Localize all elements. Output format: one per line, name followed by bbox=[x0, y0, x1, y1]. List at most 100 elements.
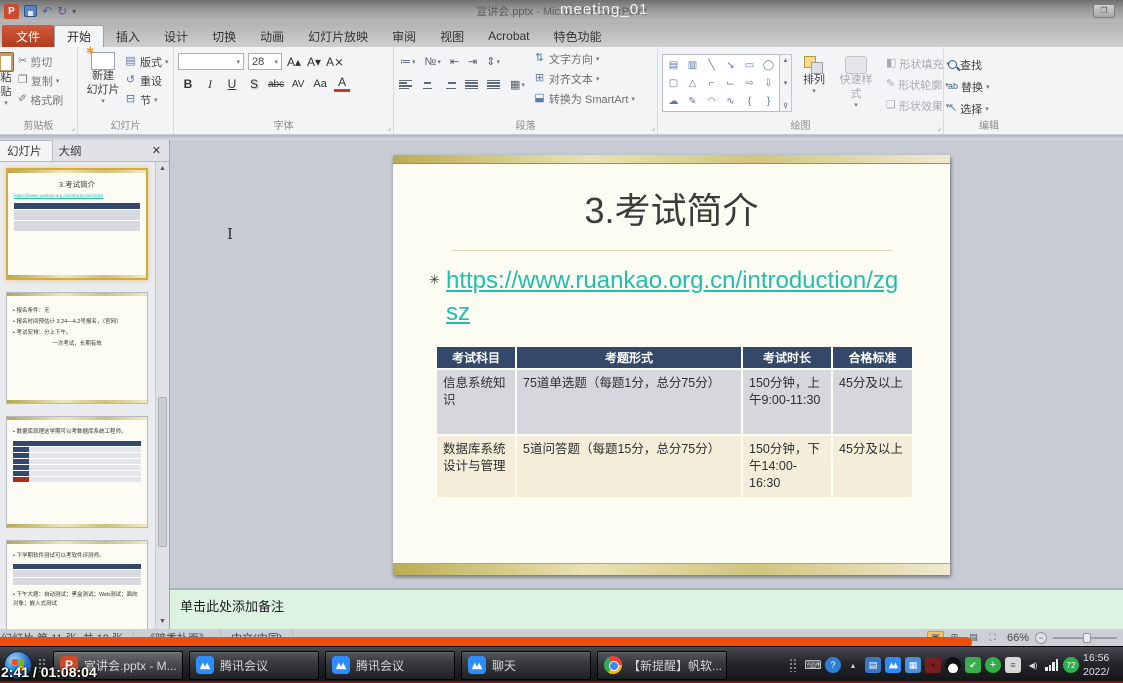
quick-styles-button[interactable]: 快速样式 ▾ bbox=[832, 54, 880, 118]
section-button[interactable]: ⊟节▾ bbox=[124, 90, 169, 109]
shape-effects-button[interactable]: ❏形状效果▾ bbox=[886, 96, 950, 115]
tab-transitions[interactable]: 切换 bbox=[200, 25, 248, 47]
shape-icon[interactable]: ☁ bbox=[669, 96, 679, 107]
select-button[interactable]: ↖选择▾ bbox=[948, 99, 990, 118]
align-right-icon[interactable] bbox=[442, 79, 457, 91]
tab-acrobat[interactable]: Acrobat bbox=[476, 25, 541, 47]
tab-slideshow[interactable]: 幻灯片放映 bbox=[296, 25, 380, 47]
qat-dropdown-icon[interactable]: ▾ bbox=[72, 7, 76, 16]
slide-body-text[interactable]: ✳ https://www.ruankao.org.cn/introductio… bbox=[429, 265, 950, 330]
antivirus-icon[interactable]: + bbox=[985, 657, 1001, 673]
battery-badge[interactable]: 72 bbox=[1063, 657, 1079, 673]
distribute-icon[interactable] bbox=[486, 79, 501, 91]
exam-table[interactable]: 考试科目 考题形式 考试时长 合格标准 信息系统知识 75道单选题（每题1分，总… bbox=[435, 347, 912, 497]
decrease-indent-icon[interactable]: ⇤ bbox=[448, 54, 461, 69]
shape-icon[interactable]: ∿ bbox=[726, 96, 734, 107]
tab-view[interactable]: 视图 bbox=[428, 25, 476, 47]
shapes-scrollbar[interactable]: ▴ ▾ ⊽ bbox=[780, 54, 792, 112]
shape-icon[interactable]: ⌐ bbox=[709, 78, 715, 89]
text-direction-button[interactable]: ⇅文字方向▾ bbox=[533, 50, 635, 67]
meeting-tray-icon[interactable] bbox=[885, 657, 901, 673]
copy-button[interactable]: ❐复制▾ bbox=[18, 71, 63, 90]
font-color-button[interactable]: A bbox=[334, 76, 350, 92]
columns-icon[interactable]: ▦▾ bbox=[508, 77, 527, 92]
shapes-scroll-up-icon[interactable]: ▴ bbox=[784, 56, 788, 64]
qq-icon[interactable] bbox=[945, 657, 961, 673]
table-row[interactable]: 信息系统知识 75道单选题（每题1分，总分75分） 150分钟，上午9:00-1… bbox=[436, 369, 912, 435]
text-shadow-button[interactable]: S bbox=[246, 76, 262, 92]
tab-outline[interactable]: 大纲 bbox=[49, 140, 92, 161]
tab-slides-thumbnails[interactable]: 幻灯片 bbox=[0, 140, 53, 161]
shapes-scroll-down-icon[interactable]: ▾ bbox=[784, 79, 788, 87]
network-icon[interactable] bbox=[1045, 659, 1059, 671]
notes-pane[interactable]: 单击此处添加备注 bbox=[170, 588, 1123, 629]
task-tencent-meeting-2[interactable]: 腾讯会议 bbox=[325, 651, 455, 680]
reset-button[interactable]: ↺重设 bbox=[124, 71, 169, 90]
close-panel-icon[interactable]: ✕ bbox=[144, 140, 169, 161]
tab-design[interactable]: 设计 bbox=[152, 25, 200, 47]
scroll-down-icon[interactable]: ▼ bbox=[156, 615, 169, 629]
shape-icon[interactable]: ◠ bbox=[707, 96, 716, 107]
help-tray-icon[interactable]: ? bbox=[825, 657, 841, 673]
shape-icon[interactable]: ◯ bbox=[763, 60, 774, 71]
increase-indent-icon[interactable]: ⇥ bbox=[466, 54, 479, 69]
scrollbar-thumb[interactable] bbox=[158, 397, 167, 547]
shape-icon[interactable]: ▥ bbox=[688, 60, 697, 71]
underline-button[interactable]: U bbox=[224, 76, 240, 92]
clipboard-launcher-icon[interactable]: ⌟ bbox=[71, 123, 75, 132]
volume-icon[interactable]: ◀) bbox=[1025, 657, 1041, 673]
keyboard-icon[interactable]: ⌨ bbox=[805, 657, 821, 673]
shapes-gallery[interactable]: ▤▥╲↘▭◯ ▢△⌐⌙⇨⇩ ☁✎◠∿{} bbox=[662, 54, 780, 112]
shape-icon[interactable]: ▢ bbox=[669, 78, 678, 89]
change-case-button[interactable]: Aa bbox=[312, 76, 328, 92]
clear-formatting-icon[interactable]: A⨯ bbox=[326, 54, 344, 70]
zoom-out-icon[interactable]: − bbox=[1035, 632, 1047, 644]
paste-button[interactable]: 粘贴 ▾ bbox=[0, 50, 18, 118]
tab-animations[interactable]: 动画 bbox=[248, 25, 296, 47]
shape-icon[interactable]: ↘ bbox=[726, 60, 734, 71]
font-size-combo[interactable]: 28▾ bbox=[248, 53, 282, 70]
shape-icon[interactable]: { bbox=[748, 96, 751, 107]
task-tencent-meeting-1[interactable]: 腾讯会议 bbox=[189, 651, 319, 680]
scroll-up-icon[interactable]: ▲ bbox=[156, 162, 169, 176]
new-slide-button[interactable]: ✱ 新建 幻灯片 ▾ bbox=[82, 50, 124, 118]
shape-icon[interactable]: } bbox=[767, 96, 770, 107]
media-tray-icon[interactable]: ▤ bbox=[865, 657, 881, 673]
shape-fill-button[interactable]: ◧形状填充▾ bbox=[886, 54, 950, 73]
format-painter-button[interactable]: ✐格式刷 bbox=[18, 90, 63, 109]
align-center-icon[interactable] bbox=[420, 79, 435, 91]
numbering-icon[interactable]: №▾ bbox=[423, 55, 443, 69]
thumbnail-slide-14[interactable]: • 下学期软件测试可以考软件评测师。 • 下午大题：自动测试；黑盒测试；Web测… bbox=[6, 540, 148, 629]
thumbnail-scrollbar[interactable]: ▲ ▼ bbox=[155, 162, 169, 629]
red-app-tray-icon[interactable]: ▪ bbox=[925, 657, 941, 673]
shape-icon[interactable]: △ bbox=[689, 78, 697, 89]
find-button[interactable]: 查找 bbox=[948, 55, 990, 74]
strikethrough-button[interactable]: abc bbox=[268, 76, 284, 92]
thumbnail-slide-11[interactable]: 3.考试简介 https://www.ruankao.org.cn/introd… bbox=[6, 168, 148, 280]
zoom-level[interactable]: 66% bbox=[1007, 632, 1029, 644]
slide-title[interactable]: 3.考试简介 bbox=[393, 182, 950, 234]
drawing-launcher-icon[interactable]: ⌟ bbox=[937, 123, 941, 132]
restore-window-icon[interactable]: ❐ bbox=[1093, 4, 1115, 18]
font-name-combo[interactable]: ▾ bbox=[178, 53, 244, 70]
hyperlink-line-1[interactable]: https://www.ruankao.org.cn/introduction/… bbox=[446, 265, 950, 297]
smartart-button[interactable]: ⬓转换为 SmartArt▾ bbox=[533, 90, 635, 107]
shape-outline-button[interactable]: ✎形状轮廓▾ bbox=[886, 75, 950, 94]
slideshow-icon[interactable]: ⛶ bbox=[984, 631, 1001, 645]
save-icon[interactable] bbox=[24, 5, 37, 17]
tab-review[interactable]: 审阅 bbox=[380, 25, 428, 47]
calendar-tray-icon[interactable]: ▦ bbox=[905, 657, 921, 673]
replace-button[interactable]: ab替换▾ bbox=[948, 77, 990, 96]
taskbar-clock[interactable]: 16:56 2022/ bbox=[1083, 651, 1117, 679]
shape-icon[interactable]: ⇨ bbox=[745, 78, 753, 89]
arrange-button[interactable]: 排列 ▾ bbox=[796, 54, 832, 118]
justify-icon[interactable] bbox=[464, 79, 479, 91]
slide-canvas[interactable]: 3.考试简介 ✳ https://www.ruankao.org.cn/intr… bbox=[393, 155, 950, 575]
line-spacing-icon[interactable]: ⇕▾ bbox=[484, 54, 502, 69]
hyperlink-line-2[interactable]: sz bbox=[446, 297, 950, 329]
task-chat[interactable]: 聊天 bbox=[461, 651, 591, 680]
tab-file[interactable]: 文件 bbox=[2, 25, 54, 47]
thumbnail-slide-13[interactable]: • 数据库原理这学期可以考数据库系统工程师。 bbox=[6, 416, 148, 528]
tab-special[interactable]: 特色功能 bbox=[542, 25, 614, 47]
show-hidden-icons[interactable]: ▴ bbox=[845, 657, 861, 673]
